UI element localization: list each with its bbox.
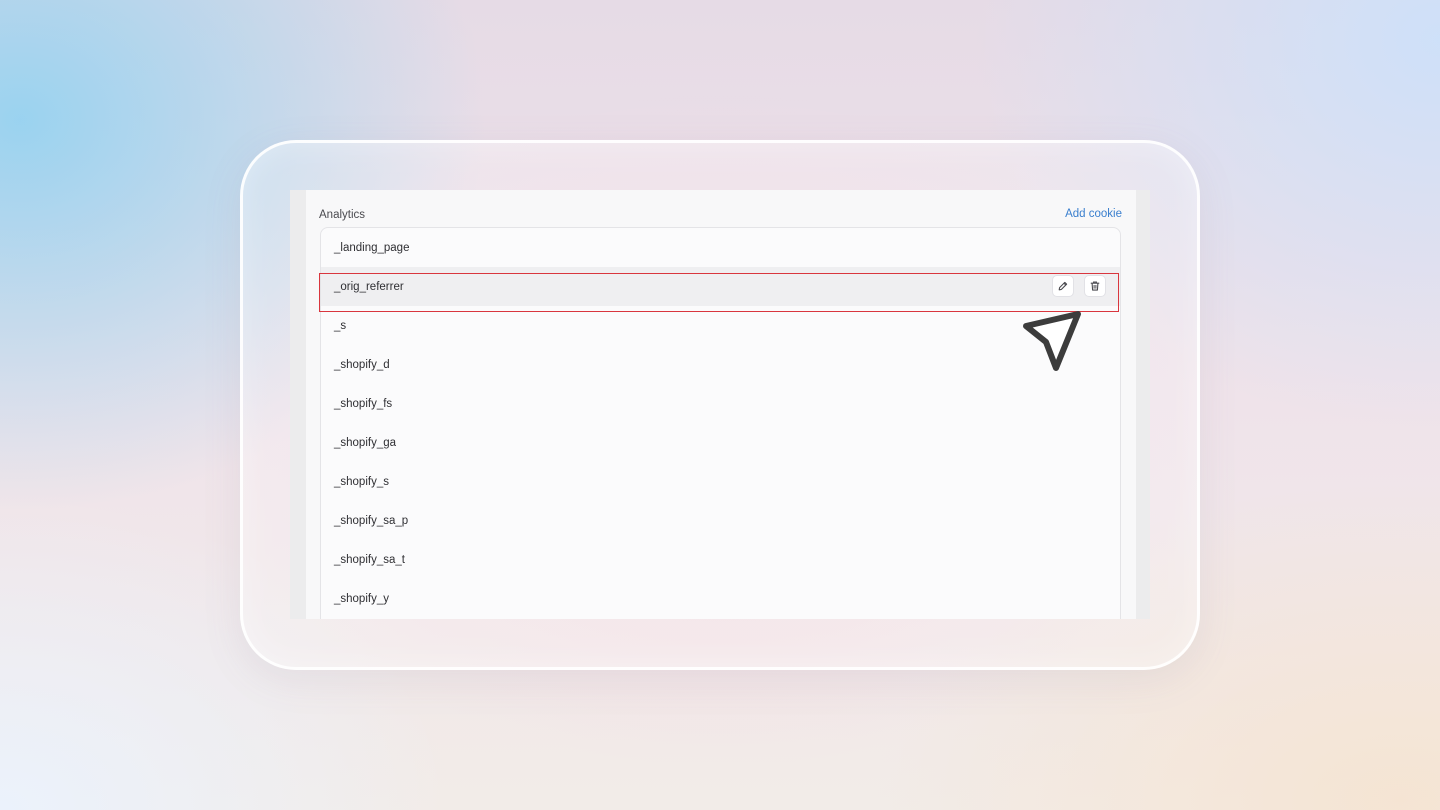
cookie-name: _shopify_d: [334, 358, 390, 371]
cookie-name: _shopify_sa_p: [334, 514, 409, 527]
app-screen: Analytics Add cookie _landing_page _orig…: [290, 190, 1150, 619]
cookie-row[interactable]: _shopify_sa_p: [321, 501, 1120, 540]
cookie-row[interactable]: _shopify_s: [321, 462, 1120, 501]
cookie-row[interactable]: _shopify_fs: [321, 384, 1120, 423]
cookie-name: _shopify_y: [334, 592, 389, 605]
cookie-name: _shopify_fs: [334, 397, 393, 410]
cookie-name: _landing_page: [334, 241, 410, 254]
cookie-row[interactable]: _landing_page: [321, 228, 1120, 267]
section-title: Analytics: [319, 209, 366, 221]
add-cookie-link[interactable]: Add cookie: [1065, 208, 1122, 220]
cookie-row[interactable]: _shopify_y: [321, 579, 1120, 618]
cookie-row[interactable]: _shopify_sa_t: [321, 540, 1120, 579]
cookie-row[interactable]: _shopify_ga: [321, 423, 1120, 462]
cookie-row[interactable]: _shopify_d: [321, 345, 1120, 384]
cookie-name: _shopify_s: [334, 475, 389, 488]
cookie-name: _shopify_ga: [334, 436, 397, 449]
cookie-name: _shopify_sa_t: [334, 553, 405, 566]
cursor-arrow-icon: [1023, 311, 1081, 371]
cookie-name: _s: [334, 319, 347, 332]
cookie-settings-panel: Analytics Add cookie _landing_page _orig…: [306, 190, 1136, 619]
row-highlight-outline: [319, 273, 1119, 312]
